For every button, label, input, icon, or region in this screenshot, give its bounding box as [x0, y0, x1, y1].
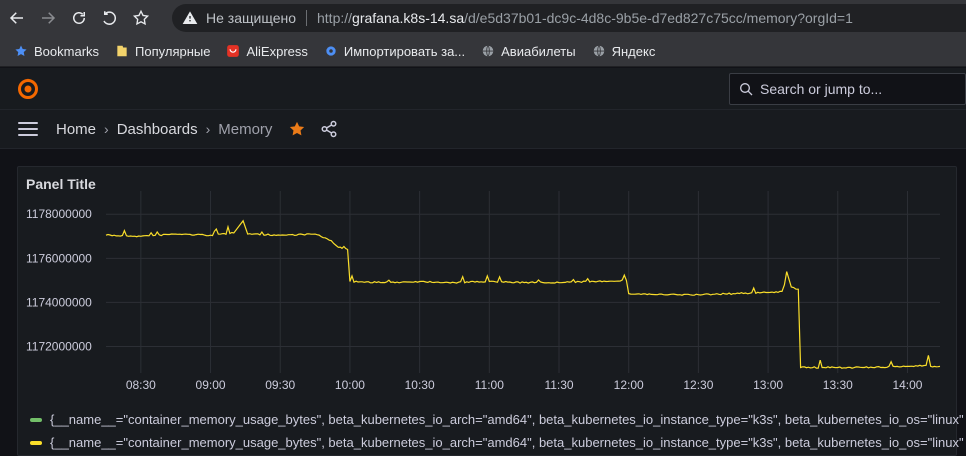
url-host: grafana.k8s-14.sa	[352, 10, 465, 26]
bookmark-item[interactable]: AliExpress	[226, 43, 308, 59]
globe-icon	[481, 44, 495, 58]
search-box[interactable]: Search or jump to...	[729, 73, 966, 105]
reload-icon	[73, 12, 85, 24]
legend-label: {__name__="container_memory_usage_bytes"…	[50, 435, 964, 450]
legend-item[interactable]: {__name__="container_memory_usage_bytes"…	[30, 412, 964, 427]
back-button[interactable]	[3, 4, 31, 32]
reload-button[interactable]	[65, 4, 93, 32]
time-series-panel: Panel Title 08:30 09:00 09:30 10:00 10:30 11:…	[17, 166, 964, 456]
share-icon[interactable]	[320, 120, 338, 138]
legend-swatch	[30, 417, 42, 422]
forward-button[interactable]	[34, 4, 62, 32]
arrow-right-icon	[42, 12, 56, 24]
insecure-label: Не защищено	[206, 10, 296, 26]
search-placeholder: Search or jump to...	[760, 81, 883, 97]
gear-icon	[324, 44, 338, 58]
x-tick-label: 12:00	[614, 378, 644, 392]
grafana-logo-icon[interactable]	[16, 77, 40, 101]
address-bar[interactable]: Не защищено http://grafana.k8s-14.sa/d/e…	[172, 4, 966, 32]
legend-swatch	[30, 440, 42, 445]
bookmark-item[interactable]: Bookmarks	[14, 44, 99, 59]
search-icon	[740, 83, 753, 96]
arrow-left-icon	[9, 12, 23, 24]
bookmark-label: Популярные	[135, 43, 211, 59]
y-tick-label: 1174000000	[26, 295, 92, 309]
bookmark-label: AliExpress	[246, 43, 308, 59]
x-tick-label: 09:00	[196, 378, 226, 392]
warning-icon	[182, 11, 198, 24]
breadcrumb-current: Memory	[218, 120, 273, 138]
bookmark-item[interactable]: Авиабилеты	[481, 43, 576, 59]
star-outline-icon	[132, 9, 150, 26]
aliexpress-icon	[226, 44, 240, 58]
bookmarks-bar: Bookmarks Популярные AliExpress Импортирова…	[0, 36, 966, 67]
undo-icon	[103, 11, 117, 25]
bookmark-label: Авиабилеты	[501, 43, 576, 59]
browser-toolbar: Не защищено http://grafana.k8s-14.sa/d/e…	[0, 0, 966, 36]
x-tick-label: 13:00	[753, 378, 783, 392]
x-tick-label: 13:30	[823, 378, 853, 392]
bookmark-label: Яндекс	[611, 43, 656, 59]
bookmark-item[interactable]: Импортировать за...	[324, 44, 465, 59]
undo-button[interactable]	[96, 4, 124, 32]
legend-item[interactable]: {__name__="container_memory_usage_bytes"…	[30, 435, 964, 450]
menu-toggle-icon[interactable]	[18, 122, 38, 136]
x-tick-label: 10:30	[405, 378, 435, 392]
bookmark-label: Bookmarks	[34, 43, 100, 59]
chevron-right-icon: ›	[104, 121, 109, 137]
bookmark-item[interactable]: Яндекс	[592, 43, 656, 59]
x-tick-label: 09:30	[265, 378, 295, 392]
url-path: /d/e5d37b01-dc9c-4d8c-9b5e-d7ed827c75cc/…	[464, 10, 853, 26]
folder-icon	[115, 44, 129, 58]
bookmark-item[interactable]: Популярные	[115, 44, 210, 59]
x-tick-label: 10:00	[335, 378, 365, 392]
legend-label: {__name__="container_memory_usage_bytes"…	[50, 412, 964, 427]
x-tick-label: 08:30	[126, 378, 156, 392]
memory-chart[interactable]: 08:30 09:00 09:30 10:00 10:30 11:00 11:30 12:00…	[18, 167, 956, 415]
x-tick-label: 11:30	[544, 378, 573, 392]
y-tick-label: 1172000000	[26, 340, 92, 354]
star-icon	[14, 44, 28, 58]
address-separator	[306, 10, 307, 26]
globe-icon	[592, 44, 606, 58]
url-text: http://grafana.k8s-14.sa/d/e5d37b01-dc9c…	[317, 10, 853, 26]
x-tick-label: 11:00	[475, 378, 504, 392]
chevron-right-icon: ›	[205, 121, 211, 137]
y-tick-label: 1176000000	[26, 251, 92, 265]
x-tick-label: 12:30	[683, 378, 713, 392]
bookmark-star-button[interactable]	[127, 4, 155, 32]
bookmark-label: Импортировать за...	[343, 43, 466, 59]
favorite-star-icon[interactable]	[288, 120, 306, 138]
breadcrumb-home[interactable]: Home	[56, 121, 96, 138]
x-tick-label: 14:00	[892, 378, 922, 392]
y-tick-label: 1178000000	[26, 207, 92, 221]
breadcrumb: Home › Dashboards › Memory	[56, 121, 272, 138]
dashboard-navbar: Home › Dashboards › Memory	[0, 110, 966, 149]
breadcrumb-dashboards[interactable]: Dashboards	[117, 121, 198, 138]
